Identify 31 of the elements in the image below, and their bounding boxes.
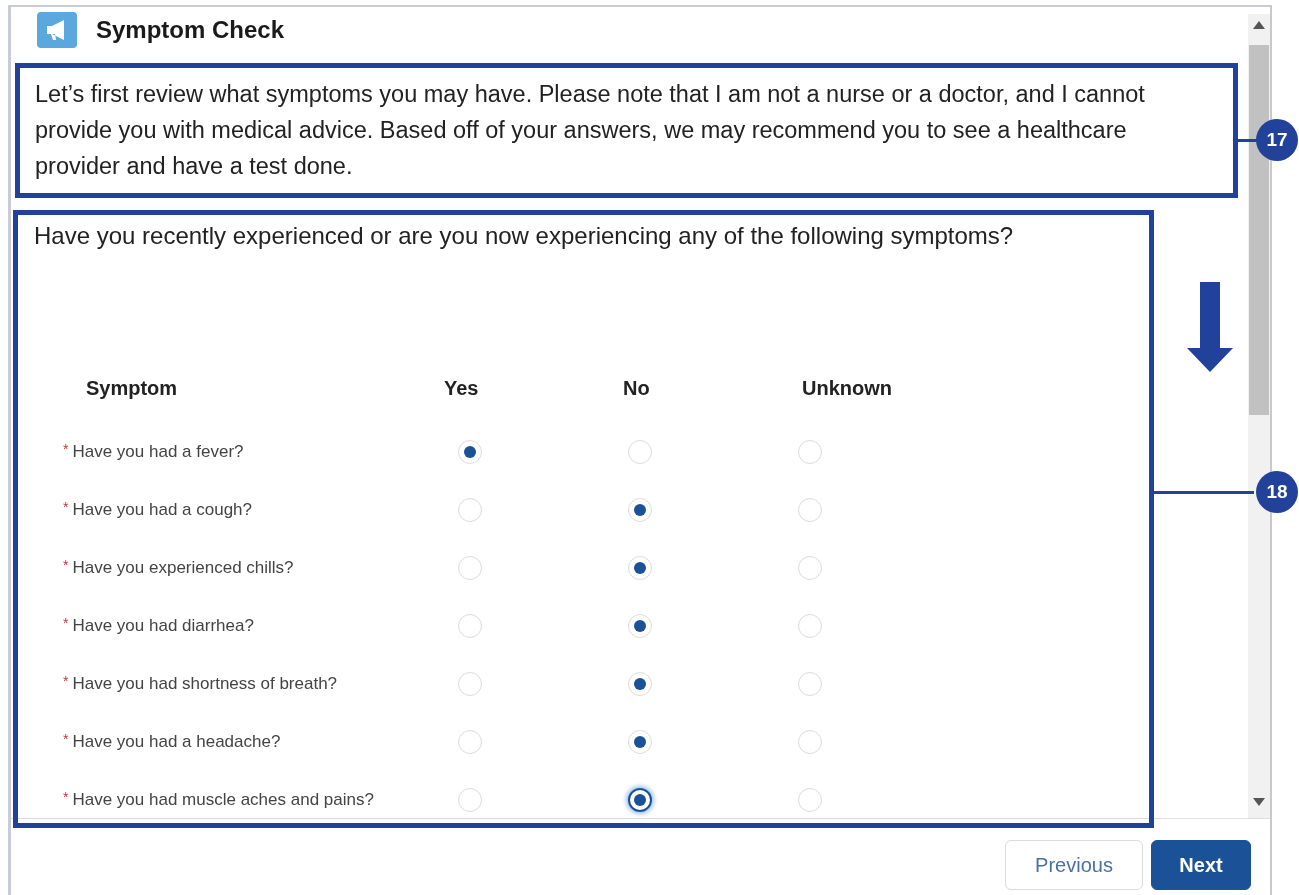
scroll-down-icon[interactable]: [1253, 798, 1265, 806]
column-header: Symptom: [86, 376, 178, 401]
symptom-label: Have you had a fever?: [72, 442, 244, 462]
callout-badge: 18: [1256, 471, 1298, 513]
column-header: Yes: [444, 376, 479, 401]
intro-text: Let’s first review what symptoms you may have. Please note that I am not a nurse or a doctor, and I cannot provide you with medical advice. Based off of your answers, we may recommend you to see a healthcare provider and have a test done.: [35, 80, 1146, 181]
column-header: No: [623, 376, 650, 401]
required-mark: *: [63, 557, 69, 573]
symptom-label: Have you had shortness of breath?: [72, 674, 338, 694]
question-text: Have you recently experienced or are you now experiencing any of the following symptoms?: [34, 221, 1015, 251]
symptom-label: Have you experienced chills?: [72, 558, 294, 578]
required-mark: *: [63, 731, 69, 747]
previous-button[interactable]: Previous: [1005, 840, 1143, 890]
required-mark: *: [63, 499, 69, 515]
required-mark: *: [63, 673, 69, 689]
scroll-up-icon[interactable]: [1253, 21, 1265, 29]
card-title: Symptom Check: [96, 16, 285, 44]
symptom-label: Have you had a headache?: [72, 732, 281, 752]
symptom-label: Have you had a cough?: [72, 500, 253, 520]
required-mark: *: [63, 615, 69, 631]
symptom-label: Have you had diarrhea?: [72, 616, 254, 636]
next-button[interactable]: Next: [1151, 840, 1251, 890]
radio-button[interactable]: [628, 788, 652, 812]
column-header: Unknown: [802, 376, 892, 401]
scrollbar-thumb[interactable]: [1249, 45, 1269, 415]
symptom-label: Have you had muscle aches and pains?: [72, 790, 374, 810]
megaphone-icon: [37, 12, 77, 48]
down-arrow-icon: [1187, 282, 1233, 372]
required-mark: *: [63, 441, 69, 457]
required-mark: *: [63, 789, 69, 805]
callout-badge: 17: [1256, 119, 1298, 161]
